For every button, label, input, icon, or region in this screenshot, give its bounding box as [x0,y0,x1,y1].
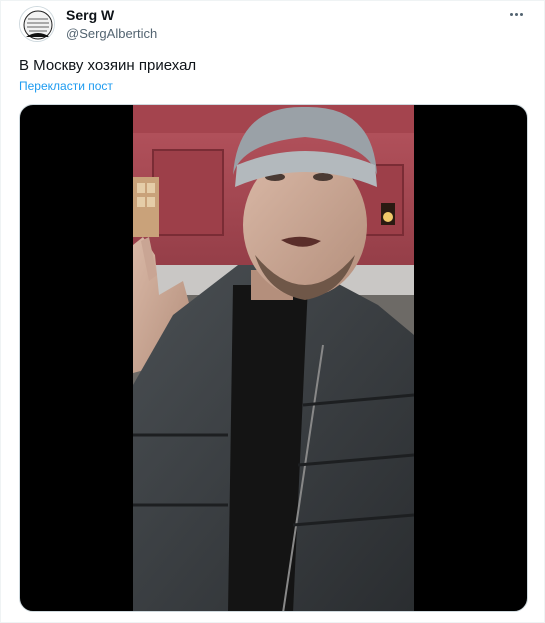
translate-post-link[interactable]: Перекласти пост [19,79,113,93]
author-avatar[interactable] [19,6,55,42]
avatar-image [20,7,54,41]
video-player[interactable] [19,104,528,612]
author-handle[interactable]: @SergAlbertich [66,26,157,42]
author-display-name[interactable]: Serg W [66,7,114,23]
more-dot [519,12,523,16]
more-dot [509,12,513,16]
tweet-text: В Москву хозяин приехал [19,57,197,74]
video-thumbnail [133,105,414,611]
more-options-icon[interactable] [506,6,526,22]
more-dot [514,12,518,16]
tweet-card[interactable]: Serg W @SergAlbertich В Москву хозяин пр… [0,0,545,623]
